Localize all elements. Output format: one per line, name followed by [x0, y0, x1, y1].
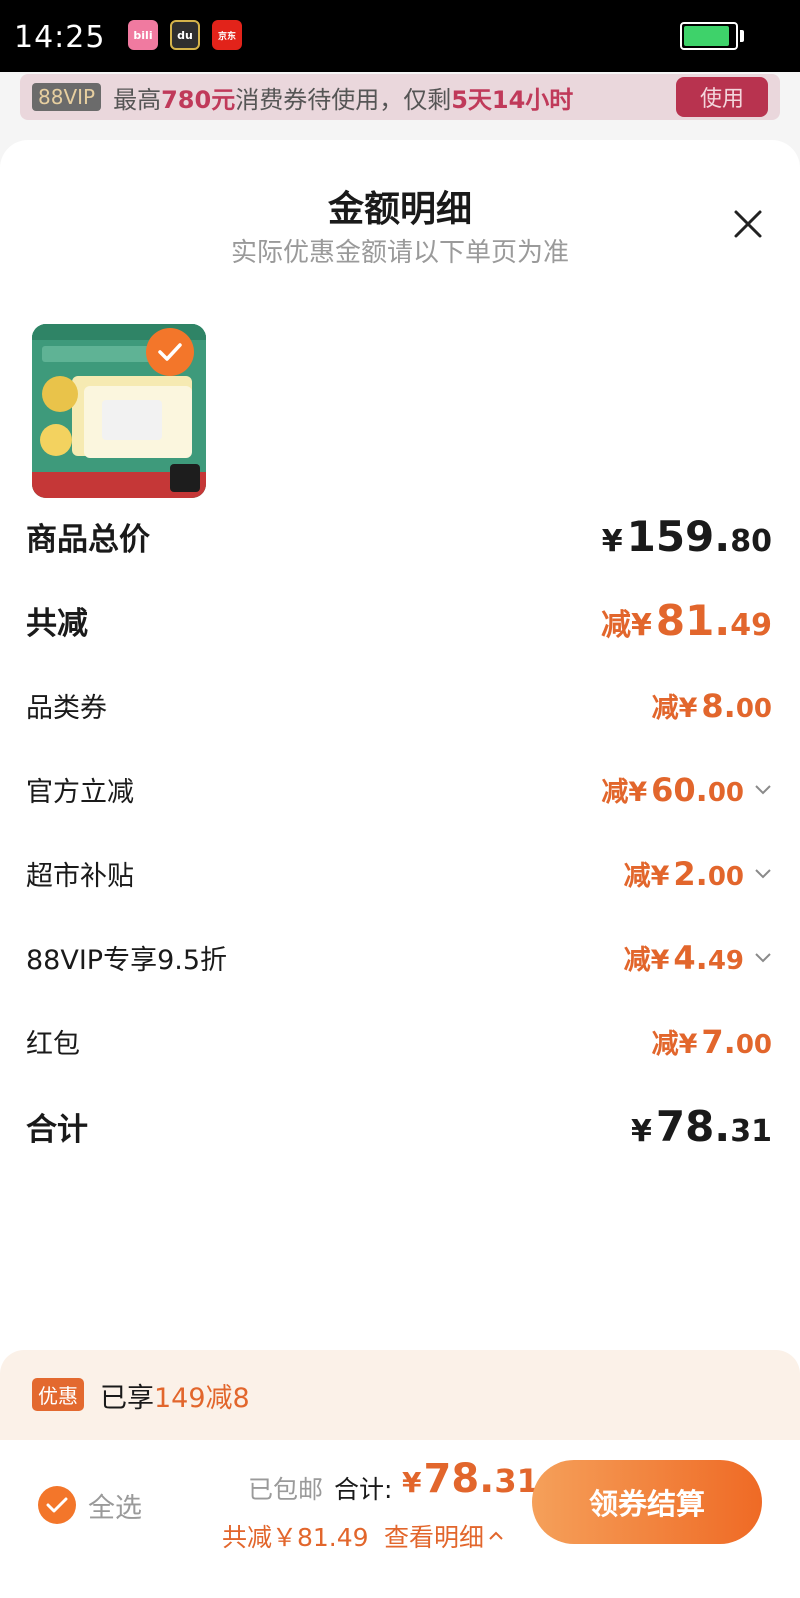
row-goods-total: 商品总价 ¥159. 80: [26, 512, 772, 561]
banner-remaining-time: 5天14小时: [451, 85, 574, 114]
chevron-down-icon[interactable]: [754, 784, 772, 796]
row-amount: 减¥ 60. 00: [601, 770, 772, 809]
row-amount-prefix: 减¥: [651, 1029, 698, 1060]
checkout-bar: 全选 已包邮 合计: ¥78. 31 共减￥81.49 查看明细 领券结算: [0, 1440, 800, 1598]
row-label: 官方立减: [26, 777, 134, 808]
row-amount-int: 2.: [673, 855, 708, 893]
product-selected-check-icon[interactable]: [146, 328, 194, 376]
banner-amount: 780元: [161, 85, 236, 114]
bilibili-icon: bili: [128, 20, 158, 50]
row-amount-int: 78.: [655, 1102, 731, 1151]
sheet-subtitle: 实际优惠金额请以下单页为准: [230, 238, 569, 268]
row-amount-prefix: 减¥: [601, 777, 648, 808]
row-amount-prefix: 减¥: [651, 693, 698, 724]
row-official-discount[interactable]: 官方立减 减¥ 60. 00: [26, 770, 772, 809]
row-amount: 减¥ 7. 00: [652, 1022, 772, 1061]
row-amount-dec: 80: [730, 524, 772, 559]
sheet-title: 金额明细: [327, 189, 472, 230]
promo-tag: 优惠: [32, 1378, 84, 1411]
row-supermarket-subsidy[interactable]: 超市补贴 减¥ 2. 00: [26, 854, 772, 893]
battery-icon: [680, 22, 738, 50]
banner-use-button[interactable]: 使用: [675, 77, 768, 117]
dewu-icon: du: [170, 20, 200, 50]
row-category-coupon: 品类券 减¥ 8. 00: [26, 686, 772, 725]
dewu-icon-label: du: [177, 28, 193, 42]
row-amount-int: 159.: [626, 512, 731, 561]
row-amount: ¥78. 31: [631, 1102, 772, 1151]
row-amount-int: 60.: [651, 771, 708, 809]
chevron-up-icon: [489, 1531, 503, 1540]
row-amount-prefix: ¥: [601, 524, 623, 559]
row-amount: 减¥ 4. 49: [624, 938, 772, 977]
total-amount-prefix: ¥: [402, 1466, 422, 1499]
total-amount-int: 78.: [423, 1456, 495, 1502]
row-amount: 减¥ 81. 49: [601, 596, 772, 645]
promo-text-prefix: 已享: [100, 1383, 154, 1414]
free-shipping-label: 已包邮: [248, 1475, 324, 1504]
view-detail-label: 查看明细: [384, 1523, 485, 1552]
row-label: 超市补贴: [26, 861, 134, 892]
promo-text-highlight: 149减8: [154, 1383, 250, 1414]
row-amount-prefix: 减¥: [623, 945, 670, 976]
row-amount-dec: 00: [707, 778, 744, 808]
row-amount: 减¥ 8. 00: [652, 686, 772, 725]
battery-cap: [740, 30, 744, 42]
row-label: 品类券: [26, 693, 107, 724]
row-amount: 减¥ 2. 00: [624, 854, 772, 893]
row-amount-dec: 49: [730, 608, 772, 643]
battery-level: [684, 26, 729, 46]
row-amount-dec: 31: [730, 1114, 772, 1149]
select-all-label[interactable]: 全选: [88, 1486, 142, 1525]
row-label: 合计: [26, 1112, 88, 1148]
view-detail-link[interactable]: 查看明细: [384, 1518, 504, 1554]
row-amount-int: 7.: [701, 1023, 736, 1061]
total-amount: ¥78. 31: [402, 1456, 539, 1502]
row-amount-int: 4.: [673, 939, 708, 977]
row-amount-dec: 00: [707, 862, 744, 892]
saved-amount: 共减￥81.49: [222, 1523, 369, 1552]
row-amount-prefix: 减¥: [623, 861, 670, 892]
row-amount-int: 81.: [655, 596, 731, 645]
banner-text: 最高780元消费券待使用，仅剩5天14小时: [113, 80, 676, 115]
row-label: 共减: [26, 606, 88, 642]
jd-icon: 京东: [212, 20, 242, 50]
select-all-check-icon[interactable]: [38, 1486, 76, 1524]
promo-strip: 优惠 已享149减8: [0, 1350, 800, 1450]
screen: 14:25 bili du 京东 88VIP 最高780元消费券待使用，仅剩5天…: [0, 0, 800, 1598]
vip-badge: 88VIP: [32, 83, 102, 111]
row-amount-prefix: 减¥: [600, 608, 652, 643]
row-amount: ¥159. 80: [602, 512, 772, 561]
promo-text: 已享149减8: [100, 1376, 250, 1415]
row-label: 商品总价: [26, 522, 150, 558]
banner-text-middle: 消费券待使用，仅剩: [235, 85, 452, 114]
checkout-button[interactable]: 领券结算: [532, 1460, 762, 1544]
status-time: 14:25: [14, 20, 106, 55]
row-88vip-discount[interactable]: 88VIP专享9.5折 减¥ 4. 49: [26, 938, 772, 977]
row-amount-int: 8.: [701, 687, 736, 725]
row-total-discount: 共减 减¥ 81. 49: [26, 596, 772, 645]
row-label: 88VIP专享9.5折: [26, 945, 228, 976]
jd-icon-label: 京东: [217, 31, 236, 42]
vip-coupon-banner[interactable]: 88VIP 最高780元消费券待使用，仅剩5天14小时 使用: [20, 74, 780, 120]
chevron-down-icon[interactable]: [754, 868, 772, 880]
banner-text-prefix: 最高: [113, 85, 162, 114]
row-amount-dec: 00: [735, 694, 772, 724]
close-icon[interactable]: [728, 204, 768, 244]
row-grand-total: 合计 ¥78. 31: [26, 1102, 772, 1151]
status-bar: 14:25 bili du 京东: [0, 0, 800, 72]
row-red-packet: 红包 减¥ 7. 00: [26, 1022, 772, 1061]
chevron-down-icon[interactable]: [754, 952, 772, 964]
row-label: 红包: [26, 1029, 80, 1060]
total-label: 合计:: [334, 1475, 393, 1504]
bilibili-icon-label: bili: [133, 28, 153, 42]
row-amount-dec: 49: [707, 946, 744, 976]
row-amount-dec: 00: [735, 1030, 772, 1060]
row-amount-prefix: ¥: [630, 1114, 652, 1149]
